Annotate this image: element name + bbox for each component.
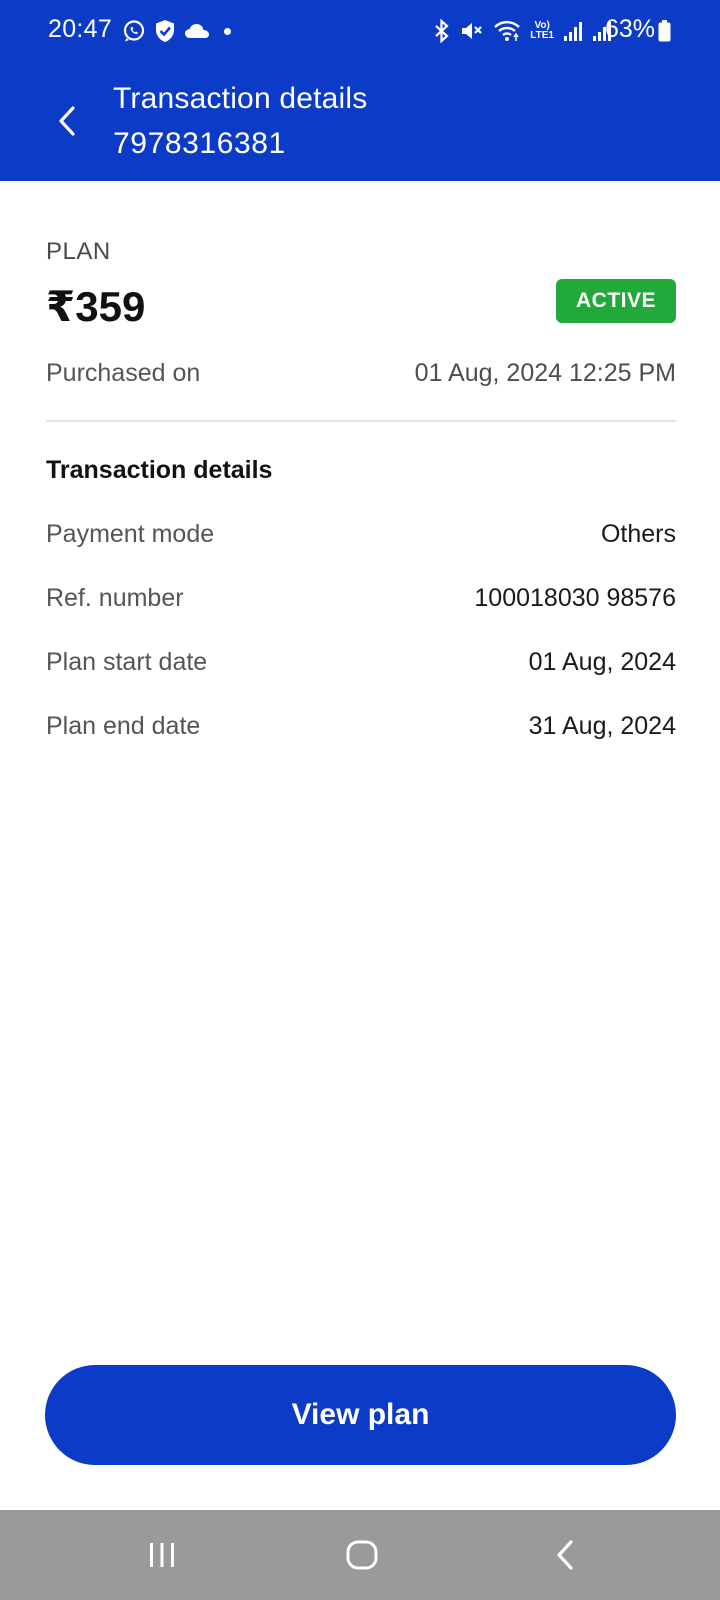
nav-back-button[interactable] [505,1510,625,1600]
ref-number-value: 100018030 98576 [474,584,676,612]
system-nav-bar [0,1510,720,1600]
payment-mode-label: Payment mode [46,520,215,548]
app-header: 20:47 Vo) LTE1 63% Transaction details 7… [0,0,720,181]
page-subtitle: 7978316381 [113,127,286,160]
chevron-left-icon [59,106,75,136]
recent-apps-icon [150,1543,174,1567]
status-time: 20:47 [48,15,113,43]
ref-number-label: Ref. number [46,584,184,612]
recent-apps-button[interactable] [102,1510,222,1600]
shield-check-icon [156,20,174,42]
divider [46,420,676,422]
plan-label: PLAN [46,238,111,265]
battery-percent: 63% [605,15,656,43]
status-badge: ACTIVE [556,279,676,323]
status-bar: 20:47 Vo) LTE1 63% [0,0,720,62]
status-left-icons [122,17,231,45]
battery-icon [658,20,671,42]
back-button[interactable] [52,100,82,142]
payment-mode-value: Others [600,520,676,548]
dot-icon [224,27,231,35]
plan-end-date-value: 31 Aug, 2024 [528,712,676,740]
home-icon [346,1540,378,1570]
purchased-on-label: Purchased on [46,359,201,387]
wifi-icon [494,20,521,41]
bluetooth-icon [435,19,449,43]
purchased-on-value: 01 Aug, 2024 12:25 PM [414,359,676,387]
home-button[interactable] [302,1510,422,1600]
page-title: Transaction details [113,82,368,115]
signal-icon [564,22,582,41]
view-plan-button[interactable]: View plan [45,1365,676,1465]
volte-icon: Vo) LTE1 [530,21,554,41]
plan-start-date-label: Plan start date [46,648,208,676]
back-icon [557,1540,573,1570]
cloud-icon [185,24,209,38]
transaction-details-title: Transaction details [46,456,273,484]
status-right-icons: Vo) LTE1 [433,17,612,45]
whatsapp-icon [123,20,145,42]
plan-price: ₹359 [46,283,146,330]
plan-start-date-value: 01 Aug, 2024 [528,648,676,676]
plan-end-date-label: Plan end date [46,712,201,740]
mute-icon [462,23,483,39]
volte-line-2: LTE1 [530,30,554,41]
